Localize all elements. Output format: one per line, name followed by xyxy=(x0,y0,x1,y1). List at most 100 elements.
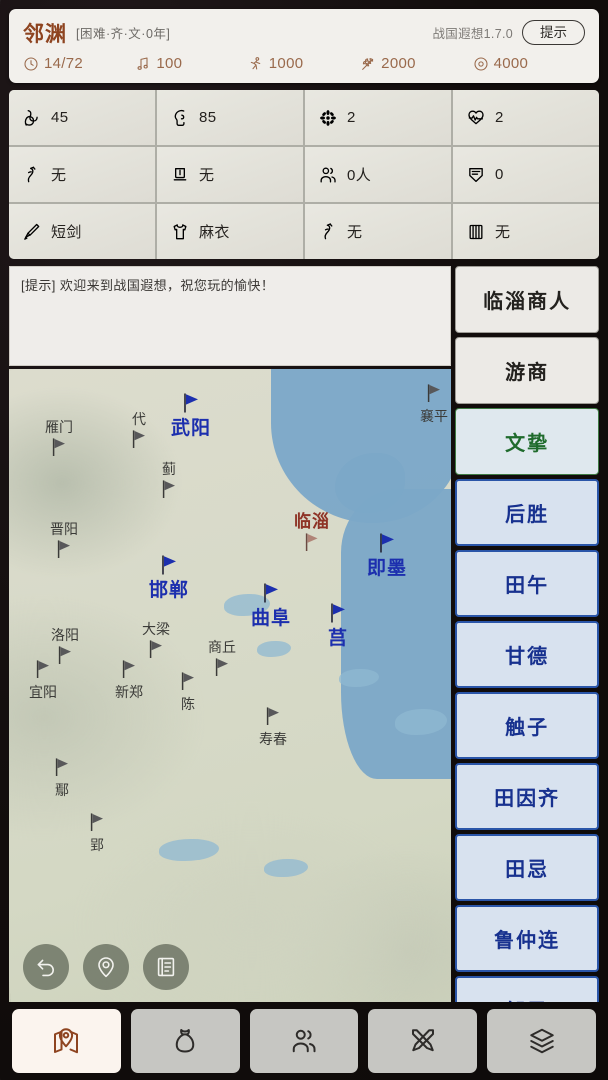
stat-cell-boot[interactable]: 无 xyxy=(305,204,451,259)
nav-tab-layers[interactable] xyxy=(487,1009,596,1073)
npc-label: 田忌 xyxy=(505,857,550,881)
stat-cell-flower[interactable]: 2 xyxy=(305,90,451,145)
map-city-marker[interactable]: 鄢 xyxy=(53,757,71,800)
city-flag-icon xyxy=(208,657,236,682)
coin-icon xyxy=(473,56,489,72)
header-stat-music: 100 xyxy=(135,55,247,72)
stat-value: 85 xyxy=(199,109,217,126)
header-top-row: 邻渊 [困难·齐·文·0年] 战国遐想1.7.0 提示 xyxy=(23,16,585,49)
npc-button[interactable]: 田午 xyxy=(455,550,599,617)
map-city-marker[interactable]: 临淄 xyxy=(294,514,330,557)
npc-button[interactable]: 触子 xyxy=(455,692,599,759)
stat-value: 无 xyxy=(347,224,363,241)
bottom-nav xyxy=(0,1002,608,1080)
city-flag-icon xyxy=(142,639,170,664)
stat-cell-head[interactable]: 85 xyxy=(157,90,303,145)
head-icon xyxy=(170,108,190,128)
stat-cell-dagger[interactable]: 短剑 xyxy=(9,204,155,259)
city-label: 晋阳 xyxy=(50,522,78,538)
city-flag-icon xyxy=(50,539,78,564)
npc-label: 触子 xyxy=(505,715,550,739)
map-city-marker[interactable]: 邯郸 xyxy=(149,554,189,601)
map-control-undo[interactable] xyxy=(23,944,69,990)
header-stats-row: 14/72 100 1000 2000 4000 xyxy=(23,50,585,77)
stat-cell-scroll[interactable]: 无 xyxy=(453,204,599,259)
shirt-icon xyxy=(170,222,190,242)
map-city-marker[interactable]: 新郑 xyxy=(115,659,143,702)
map-view[interactable]: 武阳 襄平雁门 代蓟晋阳 临淄即墨邯郸 曲阜莒 洛阳 大梁 商丘 宜阳 新郑陈寿春鄢郢 xyxy=(9,369,452,1002)
stat-cell-muscle[interactable]: 45 xyxy=(9,90,155,145)
nav-tab-map[interactable] xyxy=(12,1009,121,1073)
npc-sidebar[interactable]: 临淄商人游商文挚后胜田午甘德触子田因齐田忌鲁仲连邹忌 xyxy=(455,266,599,1002)
city-label: 鄢 xyxy=(55,783,69,799)
hint-button[interactable]: 提示 xyxy=(522,19,585,46)
npc-button[interactable]: 后胜 xyxy=(455,479,599,546)
npc-button[interactable]: 游商 xyxy=(455,337,599,404)
nav-tab-people[interactable] xyxy=(249,1009,359,1073)
stat-cell-people[interactable]: 0人 xyxy=(305,147,451,202)
stat-cell-shirt[interactable]: 麻衣 xyxy=(157,204,303,259)
city-label: 雁门 xyxy=(45,420,73,436)
stat-cell-hat[interactable]: 无 xyxy=(157,147,303,202)
stat-value: 无 xyxy=(51,167,67,184)
npc-button[interactable]: 文挚 xyxy=(455,408,599,475)
map-column: [提示] 欢迎来到战国遐想，祝您玩的愉快！ 武阳 襄平雁门 代蓟晋阳 临淄即墨邯郸 曲阜… xyxy=(9,266,452,1002)
map-city-marker[interactable]: 宜阳 xyxy=(29,659,57,702)
map-city-marker[interactable]: 大梁 xyxy=(142,621,170,664)
stat-value: 2 xyxy=(495,109,504,126)
city-label: 临淄 xyxy=(294,512,330,532)
map-city-marker[interactable]: 襄平 xyxy=(420,383,448,426)
header-stat-value: 100 xyxy=(156,55,183,72)
message-log[interactable]: [提示] 欢迎来到战国遐想，祝您玩的愉快！ xyxy=(9,266,452,366)
map-city-marker[interactable]: 商丘 xyxy=(208,639,236,682)
map-city-marker[interactable]: 蓟 xyxy=(160,461,178,504)
nav-tab-assets[interactable] xyxy=(130,1009,240,1073)
stat-cell-banner[interactable]: 0 xyxy=(453,147,599,202)
header-stat-value: 1000 xyxy=(268,55,304,72)
map-city-marker[interactable]: 即墨 xyxy=(367,532,407,579)
stat-cell-horse[interactable]: 无 xyxy=(9,147,155,202)
npc-button[interactable]: 田因齐 xyxy=(455,763,599,830)
horse-icon xyxy=(22,165,42,185)
swords-icon xyxy=(408,1026,438,1056)
city-label: 寿春 xyxy=(259,732,287,748)
stat-cell-heartbeat[interactable]: 2 xyxy=(453,90,599,145)
lake-6 xyxy=(264,859,308,877)
map-city-marker[interactable]: 雁门 xyxy=(45,419,73,462)
map-city-marker[interactable]: 代 xyxy=(130,411,148,454)
map-city-marker[interactable]: 武阳 xyxy=(171,392,211,439)
map-city-marker[interactable]: 郢 xyxy=(88,812,106,855)
banner-icon xyxy=(466,165,486,185)
book-icon xyxy=(154,955,178,979)
map-city-marker[interactable]: 寿春 xyxy=(259,706,287,749)
npc-label: 田午 xyxy=(505,573,550,597)
map-city-marker[interactable]: 陈 xyxy=(179,671,197,714)
npc-button[interactable]: 临淄商人 xyxy=(455,266,599,333)
clock-icon xyxy=(23,56,39,72)
npc-button[interactable]: 鲁仲连 xyxy=(455,905,599,972)
city-label: 洛阳 xyxy=(51,628,79,644)
city-flag-icon xyxy=(420,383,448,408)
city-flag-icon xyxy=(171,392,211,419)
npc-button[interactable]: 邹忌 xyxy=(455,976,599,1002)
map-city-marker[interactable]: 晋阳 xyxy=(50,521,78,564)
map-control-location[interactable] xyxy=(83,944,129,990)
map-city-marker[interactable]: 莒 xyxy=(328,602,348,649)
city-label: 陈 xyxy=(181,697,195,713)
money-bag-icon xyxy=(170,1026,200,1056)
map-city-marker[interactable]: 曲阜 xyxy=(251,582,291,629)
runner-icon xyxy=(248,56,264,72)
npc-button[interactable]: 田忌 xyxy=(455,834,599,901)
city-label: 襄平 xyxy=(420,409,448,425)
layers-icon xyxy=(527,1026,557,1056)
map-control-book[interactable] xyxy=(143,944,189,990)
city-flag-icon xyxy=(45,437,73,462)
city-flag-icon xyxy=(160,479,178,504)
hat-icon xyxy=(170,165,190,185)
header-stat-value: 14/72 xyxy=(44,55,84,72)
nav-tab-battle[interactable] xyxy=(368,1009,478,1073)
city-label: 邯郸 xyxy=(148,579,190,601)
npc-button[interactable]: 甘德 xyxy=(455,621,599,688)
people-icon xyxy=(289,1026,319,1056)
people-icon xyxy=(318,165,338,185)
